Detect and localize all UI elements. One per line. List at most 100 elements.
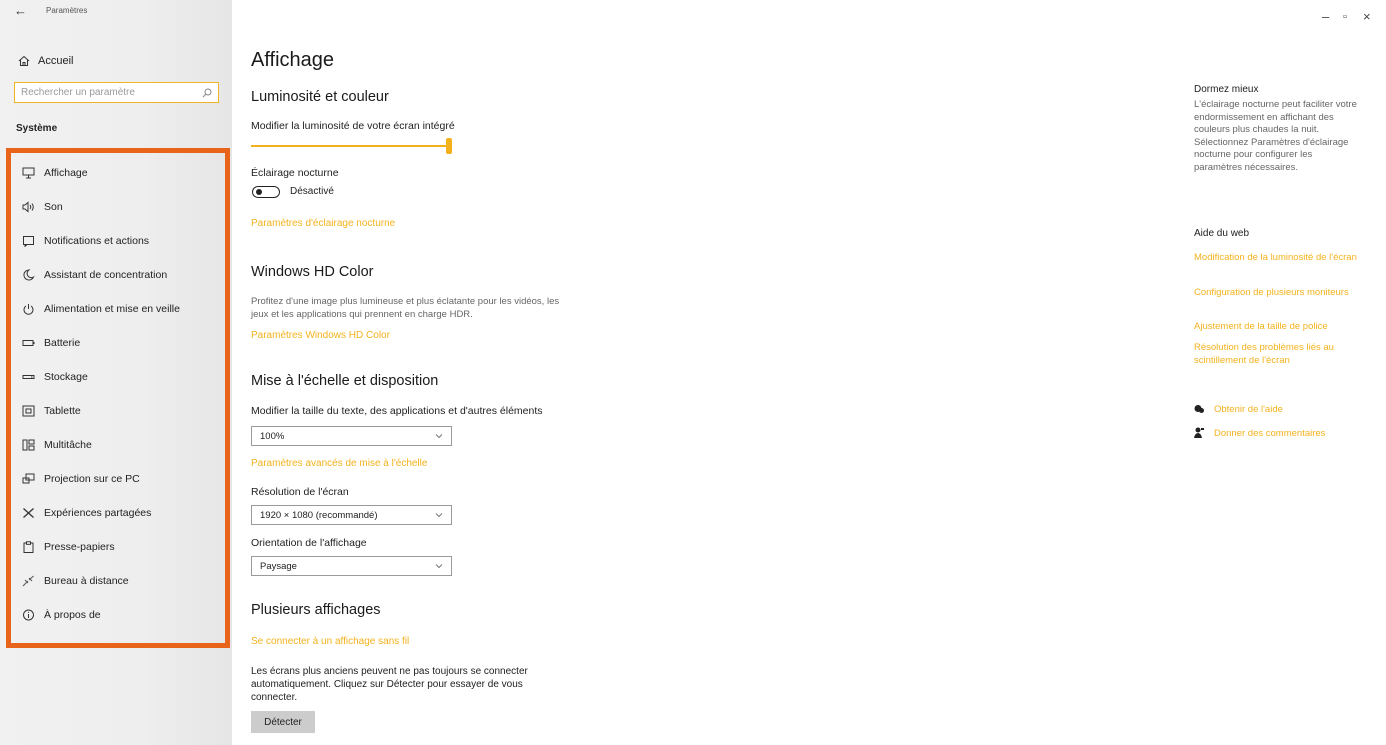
sidebar-item-label: Projection sur ce PC — [44, 473, 140, 485]
sleep-text: L'éclairage nocturne peut faciliter votr… — [1194, 99, 1357, 173]
sidebar-item-notifications[interactable]: Notifications et actions — [21, 231, 149, 251]
night-light-toggle[interactable] — [252, 186, 280, 198]
web-link-flicker[interactable]: Résolution des problèmes liés au scintil… — [1194, 342, 1364, 367]
notification-icon — [21, 234, 35, 248]
moon-icon — [21, 268, 35, 282]
chevron-down-icon — [435, 564, 443, 569]
tablet-icon — [21, 404, 35, 418]
sidebar-item-label: Notifications et actions — [44, 235, 150, 247]
resolution-select[interactable]: 1920 × 1080 (recommandé) — [251, 505, 452, 525]
page-title: Affichage — [251, 49, 335, 71]
sidebar-item-clipboard[interactable]: Presse-papiers — [21, 537, 115, 557]
maximize-button[interactable]: ▫ — [1343, 11, 1347, 23]
sidebar-item-label: Alimentation et mise en veille — [44, 303, 180, 315]
nav-list-highlight: Affichage Son Notifications et actions A… — [6, 148, 230, 648]
home-icon — [18, 55, 30, 66]
section-heading-brightness: Luminosité et couleur — [251, 89, 389, 105]
sidebar-item-son[interactable]: Son — [21, 197, 63, 217]
feedback-label: Donner des commentaires — [1214, 427, 1326, 439]
sidebar-item-label: Affichage — [44, 167, 88, 179]
sleep-heading: Dormez mieux — [1194, 84, 1259, 95]
section-heading-hdr: Windows HD Color — [251, 264, 374, 280]
app-title: Paramètres — [46, 6, 88, 15]
speaker-icon — [21, 200, 35, 214]
sidebar: ← Paramètres Accueil Système Affichage S… — [0, 0, 232, 745]
orientation-select-value: Paysage — [260, 560, 297, 572]
sidebar-item-power[interactable]: Alimentation et mise en veille — [21, 299, 180, 319]
sidebar-item-label: Batterie — [44, 337, 81, 349]
sidebar-item-label: Tablette — [44, 405, 81, 417]
sidebar-item-label: Bureau à distance — [44, 575, 129, 587]
sidebar-item-label: Son — [44, 201, 63, 213]
sidebar-item-shared[interactable]: Expériences partagées — [21, 503, 151, 523]
advanced-scaling-link[interactable]: Paramètres avancés de mise à l'échelle — [251, 458, 427, 469]
wireless-display-link[interactable]: Se connecter à un affichage sans fil — [251, 636, 409, 647]
clipboard-icon — [21, 540, 35, 554]
search-input[interactable] — [21, 87, 202, 98]
brightness-slider-track[interactable] — [251, 145, 451, 147]
scale-select[interactable]: 100% — [251, 426, 452, 446]
sidebar-item-storage[interactable]: Stockage — [21, 367, 88, 387]
sidebar-item-battery[interactable]: Batterie — [21, 333, 80, 353]
power-icon — [21, 302, 35, 316]
multitask-icon — [21, 438, 35, 452]
orientation-label: Orientation de l'affichage — [251, 537, 367, 549]
sidebar-item-multitask[interactable]: Multitâche — [21, 435, 92, 455]
remote-icon — [21, 574, 35, 588]
monitor-icon — [21, 166, 35, 180]
night-light-settings-link[interactable]: Paramètres d'éclairage nocturne — [251, 218, 395, 229]
sidebar-item-label: Assistant de concentration — [44, 269, 168, 281]
search-box[interactable] — [14, 82, 219, 103]
sidebar-item-projection[interactable]: Projection sur ce PC — [21, 469, 140, 489]
chevron-down-icon — [435, 513, 443, 518]
sidebar-item-about[interactable]: À propos de — [21, 605, 101, 625]
search-icon[interactable] — [202, 88, 212, 98]
sidebar-item-remote[interactable]: Bureau à distance — [21, 571, 129, 591]
battery-icon — [21, 336, 35, 350]
home-label: Accueil — [38, 55, 74, 67]
chevron-down-icon — [435, 434, 443, 439]
minimize-button[interactable]: – — [1322, 9, 1329, 24]
hdr-settings-link[interactable]: Paramètres Windows HD Color — [251, 330, 390, 341]
shared-icon — [21, 506, 35, 520]
back-arrow-icon[interactable]: ← — [14, 3, 27, 18]
web-link-brightness[interactable]: Modification de la luminosité de l'écran — [1194, 252, 1364, 265]
web-link-font-size[interactable]: Ajustement de la taille de police — [1194, 321, 1364, 334]
close-button[interactable]: × — [1363, 9, 1371, 24]
section-heading-multi: Plusieurs affichages — [251, 602, 381, 618]
web-link-monitors[interactable]: Configuration de plusieurs moniteurs — [1194, 287, 1364, 300]
detect-button[interactable]: Détecter — [251, 711, 315, 733]
section-heading-scale: Mise à l'échelle et disposition — [251, 373, 439, 389]
sidebar-item-tablet[interactable]: Tablette — [21, 401, 81, 421]
multi-display-description: Les écrans plus anciens peuvent ne pas t… — [251, 666, 528, 703]
projection-icon — [21, 472, 35, 486]
get-help-link[interactable]: Obtenir de l'aide — [1192, 404, 1283, 415]
brightness-slider-thumb[interactable] — [446, 138, 452, 154]
sidebar-item-label: Presse-papiers — [44, 541, 115, 553]
storage-icon — [21, 370, 35, 384]
feedback-link[interactable]: Donner des commentaires — [1192, 427, 1325, 439]
scale-select-value: 100% — [260, 430, 285, 442]
web-help-heading: Aide du web — [1194, 228, 1250, 239]
sidebar-item-label: À propos de — [44, 609, 101, 621]
resolution-select-value: 1920 × 1080 (recommandé) — [260, 509, 378, 521]
hdr-description: Profitez d'une image plus lumineuse et p… — [251, 296, 560, 320]
home-link[interactable]: Accueil — [18, 53, 73, 69]
toggle-knob — [256, 189, 262, 195]
section-label: Système — [16, 123, 58, 134]
night-light-state: Désactivé — [290, 186, 334, 197]
sidebar-item-label: Expériences partagées — [44, 507, 152, 519]
get-help-label: Obtenir de l'aide — [1214, 404, 1283, 415]
feedback-person-icon — [1192, 427, 1206, 439]
brightness-slider-label: Modifier la luminosité de votre écran in… — [251, 120, 455, 132]
resolution-label: Résolution de l'écran — [251, 486, 349, 498]
orientation-select[interactable]: Paysage — [251, 556, 452, 576]
title-bar: ← Paramètres — [0, 0, 232, 22]
scale-size-label: Modifier la taille du texte, des applica… — [251, 405, 543, 417]
info-icon — [21, 608, 35, 622]
sidebar-item-affichage[interactable]: Affichage — [21, 163, 88, 183]
sidebar-item-label: Multitâche — [44, 439, 92, 451]
sidebar-item-concentration[interactable]: Assistant de concentration — [21, 265, 167, 285]
help-chat-icon — [1192, 404, 1206, 415]
sidebar-item-label: Stockage — [44, 371, 88, 383]
